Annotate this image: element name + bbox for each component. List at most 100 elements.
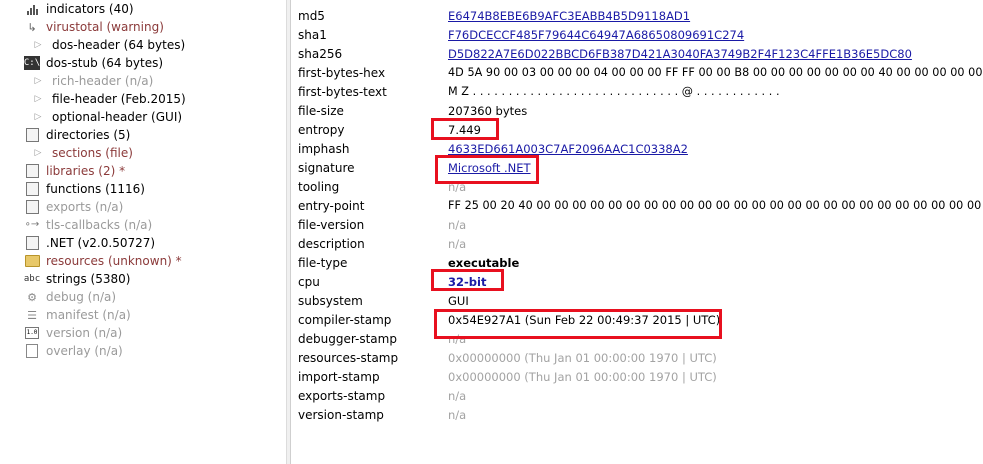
property-row[interactable]: version-stamp n/a [291, 405, 983, 424]
property-key: imphash [298, 141, 350, 156]
tree-item[interactable]: ▷ rich-header (n/a) [0, 72, 154, 90]
property-value: 0x00000000 (Thu Jan 01 00:00:00 1970 | U… [448, 350, 717, 365]
property-value: GUI [448, 293, 469, 308]
tree-item[interactable]: .NET (v2.0.50727) [0, 234, 155, 252]
property-row[interactable]: file-type executable [291, 253, 983, 272]
tree-item[interactable]: directories (5) [0, 126, 130, 144]
tree-item[interactable]: exports (n/a) [0, 198, 123, 216]
tree-item-label: rich-header (n/a) [52, 74, 154, 88]
property-key: debugger-stamp [298, 331, 397, 346]
property-row[interactable]: file-version n/a [291, 215, 983, 234]
property-row[interactable]: imphash 4633ED661A003C7AF2096AAC1C0338A2 [291, 139, 983, 158]
tree-item[interactable]: indicators (40) [0, 0, 134, 18]
tree-item[interactable]: C:\ dos-stub (64 bytes) [0, 54, 163, 72]
property-row[interactable]: sha256 D5D822A7E6D022BBCD6FB387D421A3040F… [291, 44, 983, 63]
property-row[interactable]: entry-point FF 25 00 20 40 00 00 00 00 00… [291, 196, 983, 215]
bar-chart-icon [24, 2, 40, 16]
property-key: signature [298, 160, 355, 175]
property-row[interactable]: entropy 7.449 [291, 120, 983, 139]
property-value[interactable]: Microsoft .NET [448, 161, 531, 175]
tree-item[interactable]: abc strings (5380) [0, 270, 131, 288]
property-key: entry-point [298, 198, 365, 213]
tree-item-label: exports (n/a) [46, 200, 124, 214]
property-row[interactable]: file-size 207360 bytes [291, 101, 983, 120]
property-value: 0x00000000 (Thu Jan 01 00:00:00 1970 | U… [448, 369, 717, 384]
properties-panel: md5 E6474B8EBE6B9AFC3EABB4B5D9118AD1 sha1 F… [291, 0, 983, 464]
property-key: md5 [298, 8, 325, 23]
tree-item[interactable]: functions (1116) [0, 180, 145, 198]
triangle-icon: ▷ [34, 75, 42, 86]
property-key: first-bytes-hex [298, 65, 386, 80]
property-value: FF 25 00 20 40 00 00 00 00 00 00 00 00 0… [448, 199, 983, 212]
tree-item[interactable]: ⚙ debug (n/a) [0, 288, 116, 306]
tree-item-label: overlay (n/a) [46, 344, 123, 358]
property-row[interactable]: subsystem GUI [291, 291, 983, 310]
property-row[interactable]: cpu 32-bit [291, 272, 983, 291]
tree-item-label: virustotal (warning) [46, 20, 164, 34]
version-icon: 1.0 [24, 326, 40, 340]
property-row[interactable]: first-bytes-hex 4D 5A 90 00 03 00 00 00 0… [291, 63, 983, 82]
property-row[interactable]: import-stamp 0x00000000 (Thu Jan 01 00:00… [291, 367, 983, 386]
tree-item[interactable]: ☰ manifest (n/a) [0, 306, 131, 324]
box-icon [24, 128, 40, 142]
property-value: n/a [448, 217, 467, 232]
tree-item[interactable]: overlay (n/a) [0, 342, 123, 360]
tree-item-label: libraries (2) * [46, 164, 126, 178]
property-row[interactable]: signature Microsoft .NET [291, 158, 983, 177]
tree-item[interactable]: ▷ dos-header (64 bytes) [0, 36, 186, 54]
property-value: 4D 5A 90 00 03 00 00 00 04 00 00 00 FF F… [448, 66, 983, 79]
property-key: version-stamp [298, 407, 384, 422]
tree-item-label: indicators (40) [46, 2, 134, 16]
tree-item-label: dos-header (64 bytes) [52, 38, 186, 52]
property-row[interactable]: sha1 F76DCECCF485F79644C64947A68650809691… [291, 25, 983, 44]
property-row[interactable]: md5 E6474B8EBE6B9AFC3EABB4B5D9118AD1 [291, 6, 983, 25]
tree-item-label: functions (1116) [46, 182, 145, 196]
property-value[interactable]: 4633ED661A003C7AF2096AAC1C0338A2 [448, 142, 688, 156]
tree-item[interactable]: 1.0 version (n/a) [0, 324, 122, 342]
tree-item[interactable]: ▷ file-header (Feb.2015) [0, 90, 186, 108]
property-row[interactable]: debugger-stamp n/a [291, 329, 983, 348]
property-value: n/a [448, 388, 467, 403]
property-value: n/a [448, 407, 467, 422]
manifest-icon: ☰ [27, 308, 37, 322]
property-value: n/a [448, 331, 467, 346]
property-key: file-version [298, 217, 365, 232]
tree-item[interactable]: ▷ sections (file) [0, 144, 133, 162]
tree-panel: indicators (40) ↳ virustotal (warning) ▷ dos… [0, 0, 286, 464]
property-value: n/a [448, 179, 467, 194]
property-key: sha256 [298, 46, 343, 61]
property-row[interactable]: compiler-stamp 0x54E927A1 (Sun Feb 22 00:… [291, 310, 983, 329]
tree-item[interactable]: ↳ virustotal (warning) [0, 18, 164, 36]
arrow-icon: ↳ [27, 20, 37, 34]
tree-item-label: .NET (v2.0.50727) [46, 236, 156, 250]
box-icon [24, 200, 40, 214]
link-icon: ∘→ [24, 219, 40, 230]
property-key: file-type [298, 255, 348, 270]
tree-item-label: dos-stub (64 bytes) [46, 56, 164, 70]
property-key: compiler-stamp [298, 312, 392, 327]
property-value[interactable]: F76DCECCF485F79644C64947A68650809691C274 [448, 28, 744, 42]
page-icon [24, 344, 40, 358]
tree-item-label: tls-callbacks (n/a) [46, 218, 153, 232]
tree-item-label: version (n/a) [46, 326, 123, 340]
tree-item[interactable]: resources (unknown) * [0, 252, 182, 270]
property-row[interactable]: tooling n/a [291, 177, 983, 196]
tree-item[interactable]: ▷ optional-header (GUI) [0, 108, 183, 126]
property-row[interactable]: first-bytes-text M Z . . . . . . . . . . … [291, 82, 983, 101]
property-value[interactable]: D5D822A7E6D022BBCD6FB387D421A3040FA3749B… [448, 47, 912, 61]
property-value: 32-bit [448, 274, 487, 289]
property-key: subsystem [298, 293, 363, 308]
property-row[interactable]: exports-stamp n/a [291, 386, 983, 405]
triangle-icon: ▷ [34, 93, 42, 104]
property-row[interactable]: description n/a [291, 234, 983, 253]
property-value: executable [448, 255, 520, 270]
property-value[interactable]: E6474B8EBE6B9AFC3EABB4B5D9118AD1 [448, 9, 690, 23]
tree-item-label: manifest (n/a) [46, 308, 131, 322]
box-icon [24, 182, 40, 196]
tree-item[interactable]: ∘→ tls-callbacks (n/a) [0, 216, 153, 234]
dos-icon: C:\ [24, 56, 40, 70]
tree-item[interactable]: libraries (2) * [0, 162, 125, 180]
property-row[interactable]: resources-stamp 0x00000000 (Thu Jan 01 00… [291, 348, 983, 367]
property-value: 0x54E927A1 (Sun Feb 22 00:49:37 2015 | U… [448, 312, 721, 327]
folder-icon [24, 254, 40, 268]
